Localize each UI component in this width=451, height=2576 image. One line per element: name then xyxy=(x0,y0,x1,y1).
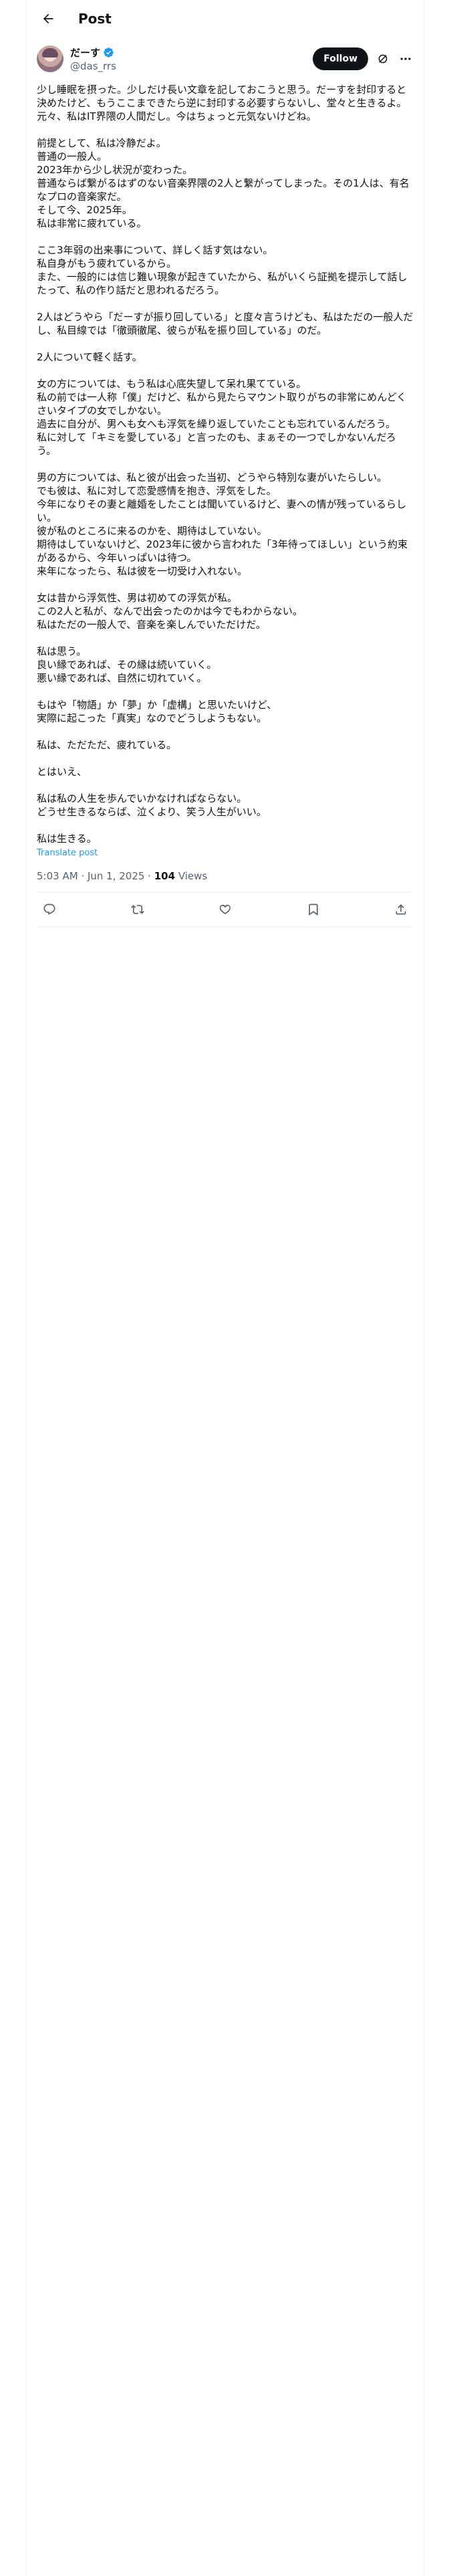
share-button[interactable] xyxy=(394,902,408,917)
like-button[interactable] xyxy=(218,902,233,917)
follow-button[interactable]: Follow xyxy=(313,47,368,70)
back-button[interactable] xyxy=(37,7,59,30)
post-text: 少し睡眠を摂った。少しだけ長い文章を記しておこうと思う。だーすを封印すると決めた… xyxy=(37,84,414,845)
grok-icon xyxy=(378,54,388,64)
page-title: Post xyxy=(78,11,112,27)
bookmark-icon xyxy=(308,903,318,916)
action-bar xyxy=(37,892,414,928)
author-actions: Follow xyxy=(313,47,414,70)
translate-post-link[interactable]: Translate post xyxy=(26,845,424,858)
reply-icon xyxy=(43,903,55,916)
grok-button[interactable] xyxy=(375,51,391,67)
views-count: 104 xyxy=(154,870,176,882)
verified-badge-icon xyxy=(104,47,114,58)
author-handle[interactable]: @das_rrs xyxy=(70,60,116,72)
reply-button[interactable] xyxy=(42,902,57,917)
repost-button[interactable] xyxy=(130,902,145,917)
more-dots-icon xyxy=(400,58,411,60)
share-icon xyxy=(396,904,406,915)
arrow-left-icon xyxy=(43,13,53,24)
post-timestamp[interactable]: 5:03 AM · Jun 1, 2025 · xyxy=(37,870,154,882)
post-meta: 5:03 AM · Jun 1, 2025 · 104 Views xyxy=(37,858,414,892)
repost-icon xyxy=(130,905,144,914)
author-row: だーす @das_rrs Follow xyxy=(26,37,424,75)
bookmark-button[interactable] xyxy=(306,902,321,917)
more-button[interactable] xyxy=(398,51,414,67)
heart-icon xyxy=(219,904,231,914)
author-names: だーす @das_rrs xyxy=(70,45,116,72)
avatar[interactable] xyxy=(37,45,63,72)
views-label: Views xyxy=(175,870,208,882)
top-bar: Post xyxy=(26,0,424,37)
display-name-wrap: だーす xyxy=(70,45,116,60)
post-column: Post だーす @das_rrs Follow 少し睡眠を摂った。少しだけ長い… xyxy=(25,0,425,2576)
display-name[interactable]: だーす xyxy=(70,45,100,60)
